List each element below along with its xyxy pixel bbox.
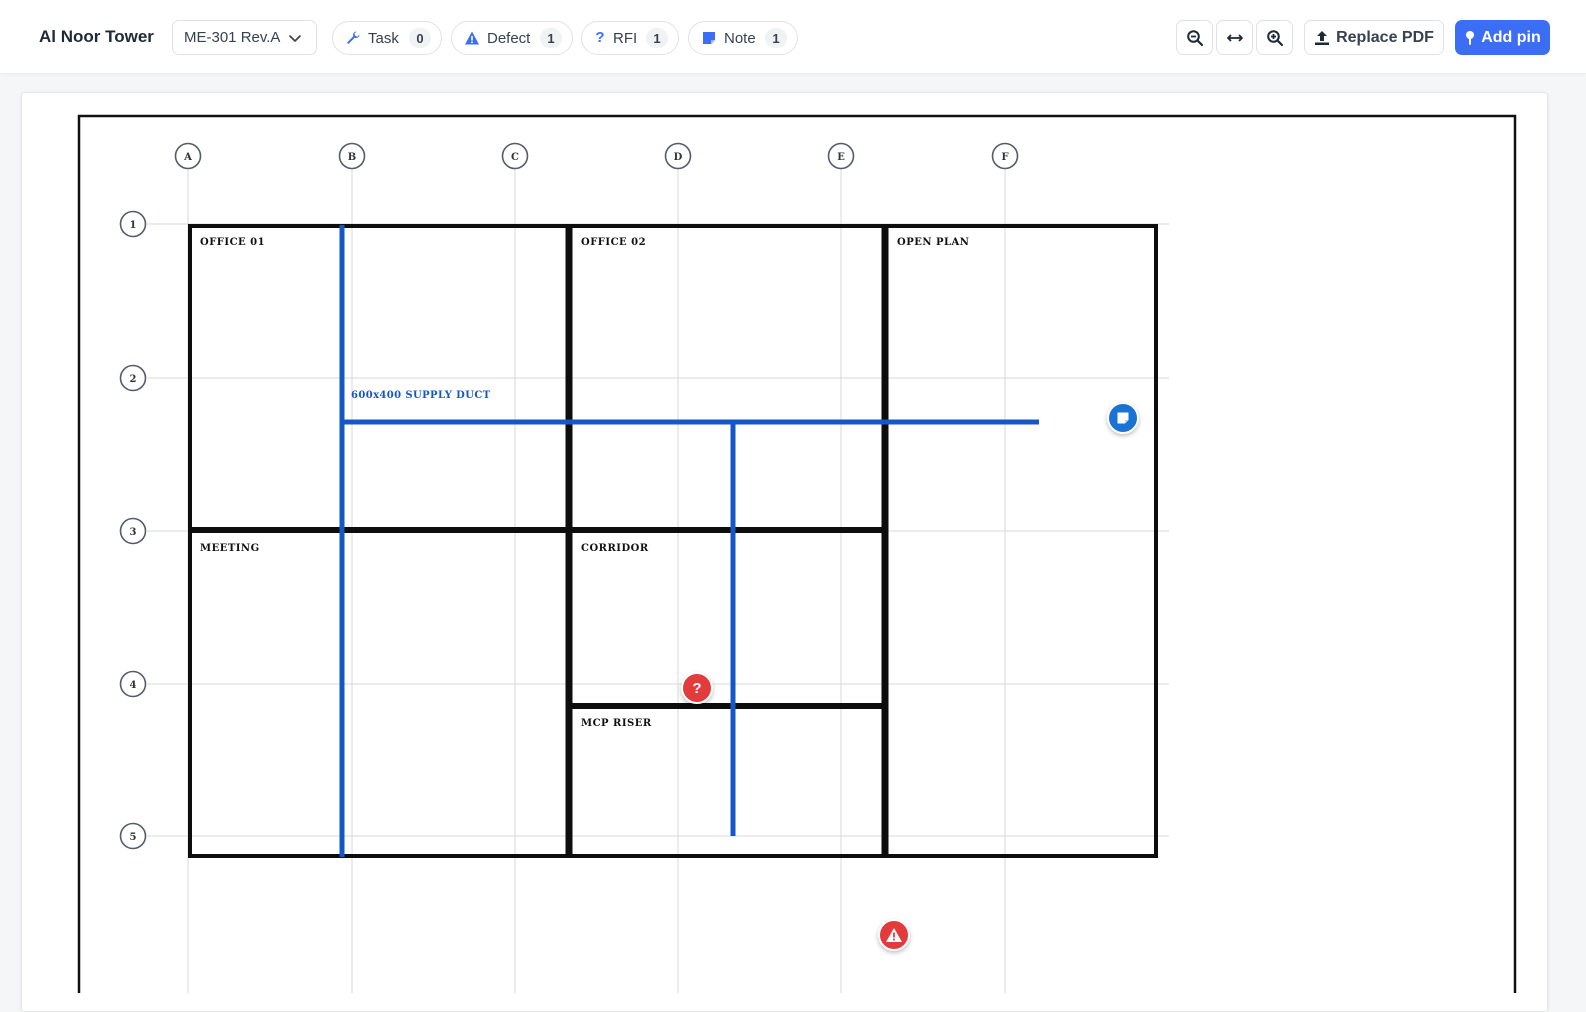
- zoom-out-icon: [1186, 29, 1203, 46]
- add-pin-button[interactable]: Add pin: [1455, 20, 1550, 55]
- filter-defect-count: 1: [540, 28, 562, 48]
- toolbar: Al Noor Tower ME-301 Rev.A Task 0 Defect…: [0, 0, 1586, 74]
- grid-bubble-row: 3: [119, 517, 147, 545]
- svg-text:2: 2: [130, 374, 137, 385]
- warning-icon: [886, 928, 902, 942]
- room-label-office-01: OFFICE 01: [200, 237, 265, 248]
- grid-bubble-row: 5: [119, 822, 147, 850]
- filter-defect-label: Defect: [487, 29, 531, 47]
- svg-text:A: A: [183, 152, 192, 163]
- filter-note[interactable]: Note 1: [688, 21, 798, 55]
- room-label-corridor: CORRIDOR: [581, 543, 649, 554]
- sheet-select[interactable]: ME-301 Rev.A: [172, 20, 317, 55]
- svg-text:3: 3: [130, 527, 137, 538]
- zoom-in-button[interactable]: [1256, 20, 1293, 55]
- svg-text:F: F: [1001, 152, 1008, 163]
- grid-bubble-row: 4: [119, 670, 147, 698]
- filter-task[interactable]: Task 0: [332, 21, 442, 55]
- filter-note-label: Note: [724, 29, 756, 47]
- floor-plan-drawing[interactable]: A B C D E F 1 2 3 4 5 600x400 SUPPLY DUC…: [22, 93, 1549, 993]
- svg-text:B: B: [348, 152, 356, 163]
- filter-defect[interactable]: Defect 1: [451, 21, 573, 55]
- question-icon: ?: [595, 29, 605, 46]
- filter-rfi[interactable]: ? RFI 1: [581, 21, 679, 55]
- fit-width-button[interactable]: [1216, 20, 1253, 55]
- replace-pdf-label: Replace PDF: [1336, 28, 1434, 46]
- room-label-meeting: MEETING: [200, 543, 260, 554]
- rfi-pin[interactable]: ?: [681, 672, 713, 704]
- note-icon: [703, 32, 715, 44]
- zoom-out-button[interactable]: [1176, 20, 1213, 55]
- grid-bubble-col: C: [501, 142, 529, 170]
- pin-icon: [1466, 30, 1475, 45]
- duct-label: 600x400 SUPPLY DUCT: [351, 390, 491, 401]
- grid-bubble-col: A: [174, 142, 202, 170]
- chevron-down-icon: [289, 35, 301, 42]
- filter-note-count: 1: [765, 28, 787, 48]
- grid-bubble-col: B: [338, 142, 366, 170]
- grid-bubble-col: E: [827, 142, 855, 170]
- room-label-mcp-riser: MCP RISER: [581, 718, 652, 729]
- filter-task-label: Task: [368, 29, 399, 47]
- add-pin-label: Add pin: [1481, 28, 1541, 46]
- upload-icon: [1315, 30, 1330, 45]
- note-pin[interactable]: [1107, 402, 1139, 434]
- sheet-border: [77, 114, 1517, 993]
- svg-text:4: 4: [130, 680, 137, 691]
- sheet-select-value: ME-301 Rev.A: [184, 29, 281, 46]
- warning-icon: [465, 31, 479, 45]
- rfi-pin-symbol: ?: [692, 679, 702, 697]
- filter-task-count: 0: [409, 28, 431, 48]
- svg-text:D: D: [674, 152, 683, 163]
- room-label-open-plan: OPEN PLAN: [897, 237, 969, 248]
- zoom-in-icon: [1266, 29, 1283, 46]
- svg-text:1: 1: [130, 220, 137, 231]
- svg-text:5: 5: [130, 832, 137, 843]
- filter-rfi-label: RFI: [613, 29, 638, 47]
- wrench-icon: [347, 31, 360, 44]
- svg-text:E: E: [837, 152, 845, 163]
- filter-rfi-count: 1: [646, 28, 668, 48]
- room-label-office-02: OFFICE 02: [581, 237, 646, 248]
- defect-pin[interactable]: [878, 919, 910, 951]
- fit-width-icon: [1226, 33, 1243, 42]
- grid-bubble-col: D: [664, 142, 692, 170]
- svg-text:C: C: [511, 152, 519, 163]
- replace-pdf-button[interactable]: Replace PDF: [1304, 20, 1444, 55]
- grid-bubble-row: 1: [119, 210, 147, 238]
- grid-bubble-row: 2: [119, 364, 147, 392]
- note-icon: [1117, 412, 1129, 424]
- project-title: Al Noor Tower: [39, 27, 154, 46]
- grid-bubble-col: F: [991, 142, 1019, 170]
- sheet-viewer[interactable]: A B C D E F 1 2 3 4 5 600x400 SUPPLY DUC…: [21, 92, 1548, 1012]
